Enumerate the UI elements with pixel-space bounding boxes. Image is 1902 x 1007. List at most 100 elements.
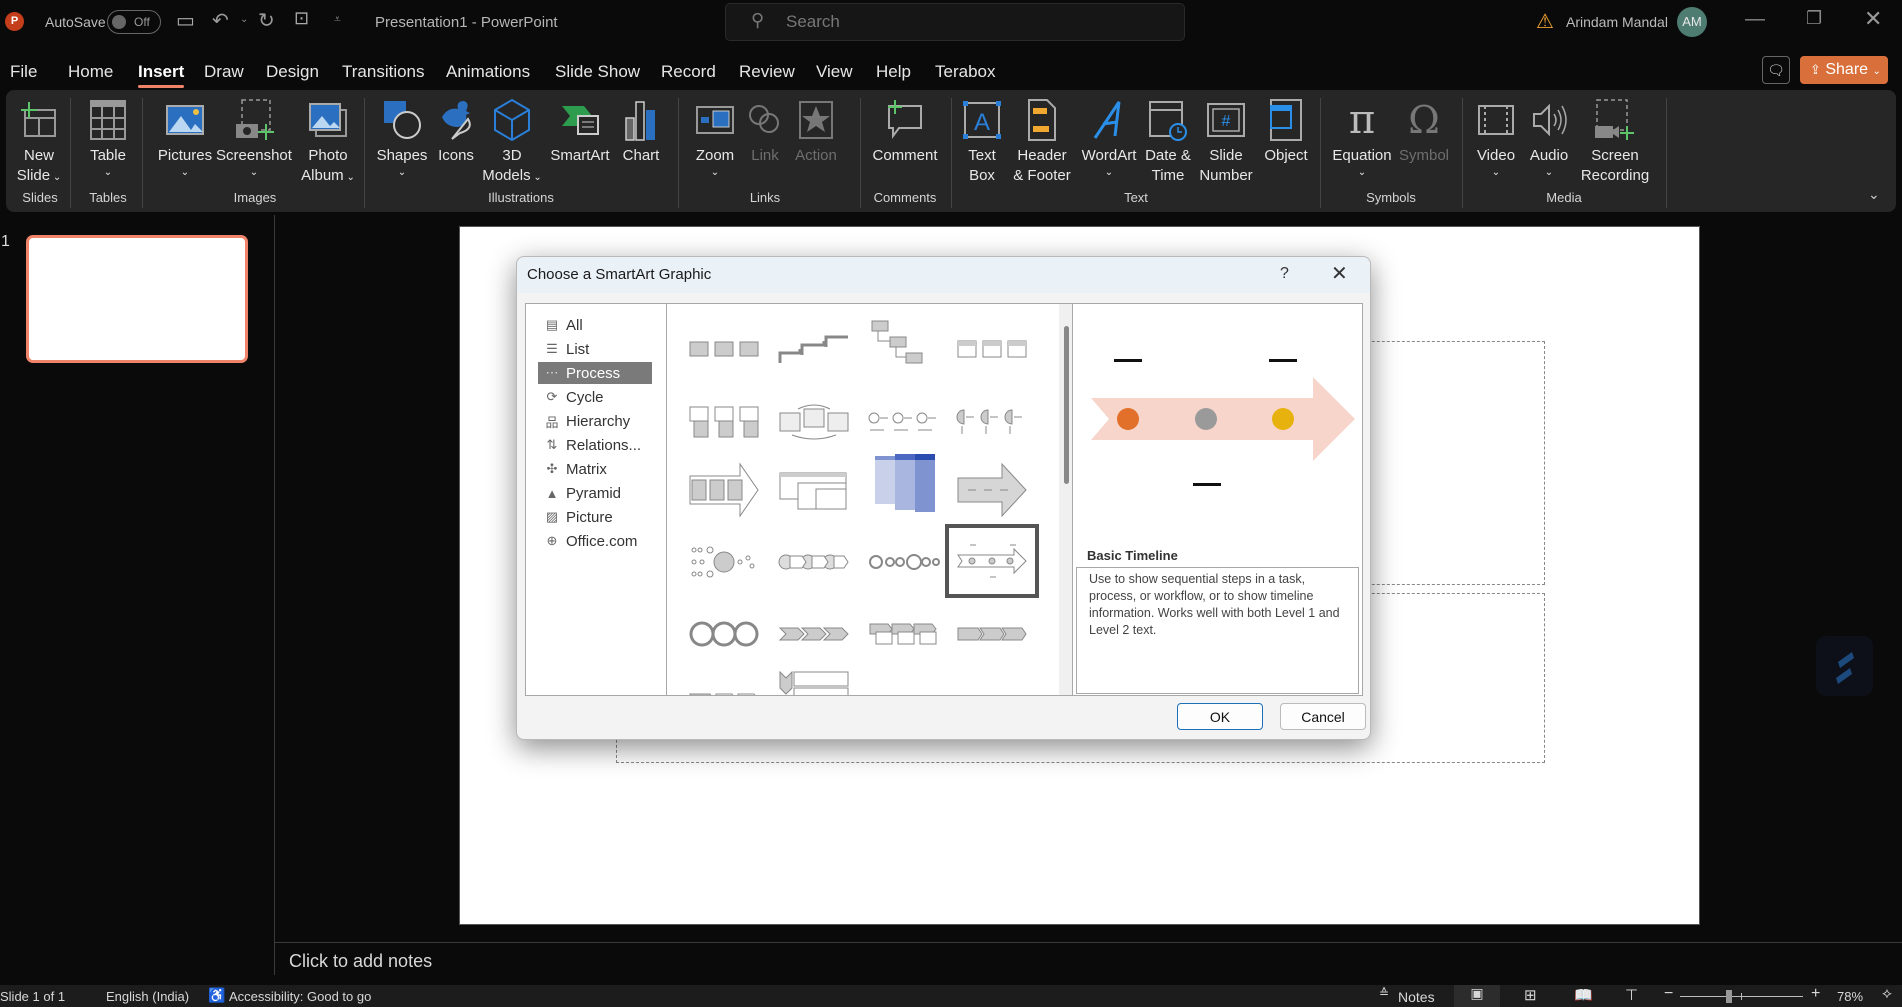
category-matrix[interactable]: ✣ Matrix <box>538 458 652 480</box>
header-footer-button[interactable]: Header & Footer <box>1010 98 1074 186</box>
category-pyramid[interactable]: ▲ Pyramid <box>538 482 652 504</box>
tab-file[interactable]: File <box>10 62 37 82</box>
tab-terabox[interactable]: Terabox <box>935 62 995 82</box>
3d-models-button[interactable]: 3D Models ⌄ <box>482 98 542 188</box>
slide-thumbnail[interactable] <box>26 235 248 363</box>
action-button[interactable]: Action <box>792 98 840 166</box>
comment-button[interactable]: Comment <box>868 98 942 166</box>
screen-recording-button[interactable]: Screen Recording <box>1578 98 1652 186</box>
category-all[interactable]: ▤ All <box>538 314 652 336</box>
ok-button[interactable]: OK <box>1177 703 1263 730</box>
tab-help[interactable]: Help <box>876 62 911 82</box>
pictures-button[interactable]: Pictures ⌄ <box>152 98 218 180</box>
category-hierarchy[interactable]: 品 Hierarchy <box>538 410 652 432</box>
zoom-in-icon[interactable]: + <box>1811 985 1820 1003</box>
symbol-button[interactable]: Ω Symbol <box>1396 98 1452 166</box>
tab-insert[interactable]: Insert <box>138 62 185 88</box>
tab-review[interactable]: Review <box>739 62 795 82</box>
collapse-ribbon-icon[interactable]: ⌄ <box>1868 186 1880 203</box>
layout-circle-arrow-process[interactable] <box>769 528 859 596</box>
cancel-button[interactable]: Cancel <box>1280 703 1366 730</box>
layout-upward-arrow[interactable] <box>947 456 1037 524</box>
search-box[interactable]: ⚲ Search <box>725 3 1185 41</box>
object-button[interactable]: Object <box>1260 98 1312 166</box>
restore-icon[interactable]: ❐ <box>1806 8 1822 29</box>
tab-record[interactable]: Record <box>661 62 716 82</box>
tab-view[interactable]: View <box>816 62 853 82</box>
video-button[interactable]: Video ⌄ <box>1472 98 1520 180</box>
warning-icon[interactable]: ⚠ <box>1536 9 1554 34</box>
save-icon[interactable]: ▭ <box>176 8 195 33</box>
undo-icon[interactable]: ↶ <box>212 8 229 33</box>
layout-continuous-block-process[interactable] <box>769 388 859 456</box>
normal-view-button[interactable]: ▣ <box>1454 985 1500 1007</box>
layout-interconnected-rings[interactable] <box>679 600 769 668</box>
category-cycle[interactable]: ⟳ Cycle <box>538 386 652 408</box>
terabox-floating-icon[interactable] <box>1816 636 1873 696</box>
layout-chevron-accent-process[interactable] <box>859 600 949 668</box>
slide-number-button[interactable]: # Slide Number <box>1198 98 1254 186</box>
redo-icon[interactable]: ↻ <box>258 8 275 33</box>
panel-divider[interactable] <box>274 215 275 975</box>
reading-view-icon[interactable]: 📖 <box>1574 986 1593 1004</box>
table-button[interactable]: Table ⌄ <box>80 98 136 180</box>
layout-sub-step-process[interactable] <box>679 666 769 695</box>
layout-circle-process[interactable] <box>859 528 949 596</box>
zoom-button[interactable]: Zoom ⌄ <box>688 98 742 180</box>
close-dialog-icon[interactable]: ✕ <box>1331 261 1348 286</box>
equation-button[interactable]: π Equation ⌄ <box>1330 98 1394 180</box>
zoom-out-icon[interactable]: − <box>1664 985 1673 1003</box>
customize-qat-icon[interactable]: ⩡ <box>334 12 341 27</box>
layout-repeating-bending[interactable] <box>859 450 949 518</box>
category-picture[interactable]: ▨ Picture <box>538 506 652 528</box>
zoom-slider[interactable] <box>1680 990 1803 1003</box>
layout-step-up-process[interactable] <box>769 316 859 384</box>
link-button[interactable]: Link <box>744 98 786 166</box>
audio-button[interactable]: Audio ⌄ <box>1524 98 1574 180</box>
close-window-icon[interactable]: ✕ <box>1864 6 1882 32</box>
wordart-button[interactable]: WordArt ⌄ <box>1080 98 1138 180</box>
share-button[interactable]: ⇪ Share ⌄ <box>1800 56 1888 84</box>
autosave-toggle[interactable]: Off <box>107 10 161 34</box>
new-slide-button[interactable]: New Slide ⌄ <box>10 98 68 188</box>
accessibility-status[interactable]: Accessibility: Good to go <box>229 989 371 1004</box>
tab-design[interactable]: Design <box>266 62 319 82</box>
smartart-button[interactable]: SmartArt <box>548 98 612 166</box>
screenshot-button[interactable]: Screenshot ⌄ <box>216 98 292 180</box>
zoom-slider-thumb[interactable] <box>1726 990 1732 1003</box>
slide-sorter-icon[interactable]: ⊞ <box>1524 986 1537 1004</box>
category-process[interactable]: ⋯ Process <box>538 362 652 384</box>
layout-basic-timeline[interactable] <box>945 524 1039 598</box>
layout-continuous-arrow-process[interactable] <box>859 388 949 456</box>
tab-animations[interactable]: Animations <box>446 62 530 82</box>
fit-to-window-icon[interactable]: ⟡ <box>1882 985 1892 1002</box>
layout-basic-process[interactable] <box>679 316 769 384</box>
layout-vertical-process-accent[interactable] <box>769 456 859 524</box>
comments-button[interactable]: 🗨 <box>1762 56 1790 84</box>
date-time-button[interactable]: Date & Time <box>1142 98 1194 186</box>
zoom-percent[interactable]: 78% <box>1837 989 1863 1004</box>
help-button[interactable]: ? <box>1280 265 1289 283</box>
category-office-com[interactable]: ⊕ Office.com <box>538 530 652 552</box>
text-box-button[interactable]: A Text Box <box>960 98 1004 186</box>
notes-toggle[interactable]: Notes <box>1398 989 1435 1005</box>
scrollbar-thumb[interactable] <box>1064 326 1069 484</box>
layout-alternating-flow[interactable] <box>679 388 769 456</box>
layout-process-arrows[interactable] <box>679 456 769 524</box>
notes-pane[interactable]: Click to add notes <box>275 942 1902 978</box>
layout-circular-timeline[interactable] <box>859 676 949 695</box>
tab-home[interactable]: Home <box>68 62 113 82</box>
photo-album-button[interactable]: Photo Album ⌄ <box>296 98 360 188</box>
slideshow-view-icon[interactable]: ⊤ <box>1625 986 1638 1004</box>
layout-circle-accent-timeline[interactable] <box>679 528 769 596</box>
icons-button[interactable]: Icons <box>432 98 480 166</box>
category-relationship[interactable]: ⇅ Relations... <box>538 434 652 456</box>
category-list-item[interactable]: ☰ List <box>538 338 652 360</box>
tab-slide-show[interactable]: Slide Show <box>555 62 640 82</box>
shapes-button[interactable]: Shapes ⌄ <box>374 98 430 180</box>
layout-step-down-process[interactable] <box>859 310 949 378</box>
tab-transitions[interactable]: Transitions <box>342 62 425 82</box>
layout-vertical-chevron-list[interactable] <box>769 656 859 695</box>
layout-half-circle-process[interactable] <box>947 388 1037 456</box>
layout-closed-chevron-process[interactable] <box>947 600 1037 668</box>
